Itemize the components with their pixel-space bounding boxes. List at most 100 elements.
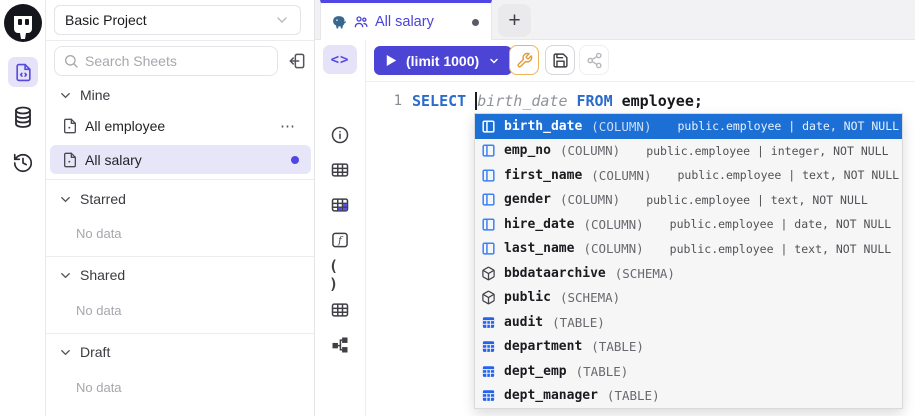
- search-box: [54, 46, 278, 76]
- unsaved-dot-indicator: [291, 156, 299, 164]
- sheet-item-label: All salary: [85, 152, 142, 168]
- suggestion-kind: (COLUMN): [591, 119, 651, 134]
- run-limit-label: (limit 1000): [406, 53, 479, 69]
- sidebar-section-mine[interactable]: Mine: [46, 82, 314, 108]
- autocomplete-item[interactable]: audit (TABLE): [475, 310, 902, 335]
- tab-dirty-dot: [472, 19, 479, 26]
- suggestion-detail: public.employee | integer, NOT NULL: [646, 144, 888, 158]
- autocomplete-item[interactable]: public (SCHEMA): [475, 286, 902, 311]
- empty-state-text: No data: [76, 380, 122, 396]
- left-rail: [0, 0, 46, 416]
- chevron-down-icon: [274, 12, 290, 28]
- chevron-down-icon: [58, 268, 73, 283]
- suggestion-kind: (SCHEMA): [560, 290, 620, 305]
- suggestion-kind: (COLUMN): [591, 168, 651, 183]
- autocomplete-item[interactable]: gender (COLUMN) public.employee | text, …: [475, 188, 902, 213]
- autocomplete-item[interactable]: hire_date (COLUMN) public.employee | dat…: [475, 212, 902, 237]
- code-view-icon[interactable]: <>: [323, 45, 357, 74]
- sidebar-section-draft[interactable]: Draft: [46, 339, 314, 365]
- chevron-down-icon[interactable]: [488, 55, 500, 67]
- autocomplete-item[interactable]: bbdataarchive (SCHEMA): [475, 261, 902, 286]
- sql-keyword-from: FROM: [577, 90, 613, 112]
- section-label: Mine: [80, 87, 110, 103]
- suggestion-name: gender: [504, 192, 551, 207]
- table-icon: [481, 339, 496, 354]
- suggestion-kind: (COLUMN): [583, 217, 643, 232]
- search-input[interactable]: [85, 53, 269, 69]
- code-line-1: 1 SELECT birth_date FROM employee;: [366, 90, 703, 112]
- sheet-item-all-employee[interactable]: All employee ⋯: [46, 111, 314, 140]
- column-icon: [481, 119, 496, 134]
- wrench-icon: [516, 52, 533, 69]
- empty-state-text: No data: [76, 226, 122, 242]
- suggestion-name: bbdataarchive: [504, 266, 606, 281]
- autocomplete-item[interactable]: dept_emp (TABLE): [475, 359, 902, 384]
- suggestion-name: audit: [504, 315, 543, 330]
- save-button[interactable]: [545, 45, 575, 75]
- autocomplete-item[interactable]: dept_manager (TABLE): [475, 384, 902, 409]
- suggestion-detail: public.employee | date, NOT NULL: [670, 217, 892, 231]
- schema-icon: [481, 266, 496, 281]
- shared-users-icon: [353, 14, 369, 30]
- suggestion-kind: (COLUMN): [560, 192, 620, 207]
- more-options-icon[interactable]: ⋯: [280, 117, 296, 135]
- schema-diagram-icon[interactable]: [329, 334, 351, 356]
- suggestion-name: department: [504, 339, 582, 354]
- autocomplete-item[interactable]: birth_date (COLUMN) public.employee | da…: [475, 114, 902, 139]
- app-logo-icon[interactable]: [3, 3, 43, 43]
- table-grid-icon[interactable]: [329, 299, 351, 321]
- sheet-item-label: All employee: [85, 118, 165, 134]
- project-row: Basic Project: [46, 0, 314, 41]
- ai-table-icon[interactable]: [329, 194, 351, 216]
- sheet-file-icon: [62, 118, 78, 134]
- tools-wrench-button[interactable]: [509, 45, 539, 75]
- suggestion-kind: (COLUMN): [583, 241, 643, 256]
- run-query-button[interactable]: (limit 1000): [374, 46, 512, 75]
- section-divider: [46, 333, 314, 334]
- section-label: Shared: [80, 267, 125, 283]
- table-icon: [481, 388, 496, 403]
- autocomplete-item[interactable]: last_name (COLUMN) public.employee | tex…: [475, 237, 902, 262]
- autocomplete-dropdown: birth_date (COLUMN) public.employee | da…: [474, 113, 903, 409]
- save-icon: [552, 52, 569, 69]
- sidebar-nav-database-icon[interactable]: [11, 105, 35, 129]
- autocomplete-item[interactable]: department (TABLE): [475, 335, 902, 360]
- function-icon[interactable]: f: [329, 229, 351, 251]
- new-tab-button[interactable]: +: [498, 4, 531, 37]
- section-label: Draft: [80, 344, 110, 360]
- project-select-value: Basic Project: [65, 12, 147, 28]
- sheet-item-all-salary-selected[interactable]: All salary: [50, 145, 311, 174]
- table-grid-icon[interactable]: [329, 159, 351, 181]
- suggestion-name: first_name: [504, 168, 582, 183]
- project-select[interactable]: Basic Project: [54, 5, 301, 35]
- sidebar-nav-history-icon[interactable]: [11, 151, 35, 175]
- column-icon: [481, 241, 496, 256]
- suggestion-kind: (SCHEMA): [615, 266, 675, 281]
- sidebar-nav-sheets-icon[interactable]: [8, 57, 38, 87]
- suggestion-kind: (TABLE): [576, 364, 629, 379]
- info-icon[interactable]: [329, 124, 351, 146]
- collapse-panel-icon[interactable]: [284, 48, 310, 74]
- chevron-down-icon: [58, 88, 73, 103]
- section-label: Starred: [80, 191, 126, 207]
- app-window: Basic Project Mine: [0, 0, 915, 416]
- sidebar-section-shared[interactable]: Shared: [46, 262, 314, 288]
- suggestion-detail: public.employee | text, NOT NULL: [670, 242, 892, 256]
- suggestion-detail: public.employee | text, NOT NULL: [646, 193, 868, 207]
- tab-label: All salary: [375, 14, 434, 30]
- tab-all-salary[interactable]: All salary: [320, 0, 492, 41]
- share-button[interactable]: [579, 45, 609, 75]
- editor-icon-rail: <> f ( ): [315, 40, 366, 416]
- suggestion-kind: (COLUMN): [560, 143, 620, 158]
- suggestion-detail: public.employee | date, NOT NULL: [678, 119, 900, 133]
- section-divider: [46, 179, 314, 180]
- sidebar-section-starred[interactable]: Starred: [46, 186, 314, 212]
- suggestion-kind: (TABLE): [591, 339, 644, 354]
- suggestion-name: emp_no: [504, 143, 551, 158]
- svg-text:f: f: [337, 236, 344, 247]
- schema-icon: [481, 290, 496, 305]
- autocomplete-item[interactable]: emp_no (COLUMN) public.employee | intege…: [475, 139, 902, 164]
- column-icon: [481, 168, 496, 183]
- autocomplete-item[interactable]: first_name (COLUMN) public.employee | te…: [475, 163, 902, 188]
- parentheses-icon[interactable]: ( ): [329, 264, 351, 286]
